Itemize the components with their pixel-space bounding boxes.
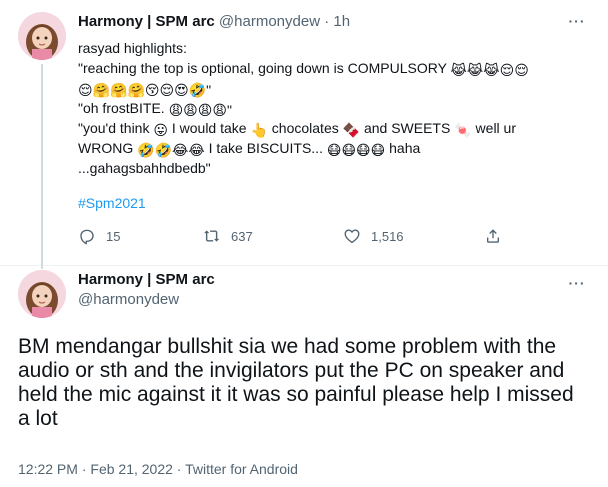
author-handle[interactable]: @harmonydew (219, 13, 320, 30)
text-segment: chocolates (267, 120, 343, 136)
text-segment: "reaching the top is optional, going dow… (78, 60, 451, 76)
author-name[interactable]: Harmony | SPM arc (78, 270, 215, 290)
text-segment: haha (385, 140, 421, 156)
tweet-age[interactable]: 1h (333, 13, 350, 30)
thread-connector (41, 64, 43, 269)
tweet-1-header: Harmony | SPM arc @harmonydew · 1h (78, 12, 350, 31)
tweet-actions: 15 637 1,516 (78, 227, 508, 247)
tweet-1-text: rasyad highlights: "reaching the top is … (78, 38, 588, 178)
text-segment: WRONG (78, 140, 138, 156)
emoji-group: 😌🤗🤗🤗😚😌😍🤣" (78, 82, 212, 98)
reply-count: 15 (106, 228, 121, 244)
tweet-2-meta: 12:22 PM · Feb 21, 2022 · Twitter for An… (18, 460, 298, 478)
text-line: "reaching the top is optional, going dow… (78, 58, 588, 78)
text-line: 😌🤗🤗🤗😚😌😍🤣" (78, 78, 588, 98)
avatar[interactable] (18, 270, 66, 318)
separator-dot: · (324, 13, 330, 30)
tweet-2-text: BM mendangar bullshit sia we had some pr… (18, 335, 574, 430)
text-segment: well ur (471, 120, 517, 136)
text-line: "oh frostBITE. 😩😩😩😩" (78, 98, 588, 118)
text-segment: I take BISCUITS... (204, 140, 327, 156)
author-handle[interactable]: @harmonydew (78, 290, 215, 310)
text-line: "you'd think 😛 I would take 👆 chocolates… (78, 118, 588, 138)
reply-button[interactable]: 15 (78, 227, 120, 245)
emoji-group: 😹😹😹😌😌 (450, 62, 529, 78)
reply-icon (80, 229, 94, 245)
emoji-group: 😷😷😷😷 (326, 142, 386, 158)
text-line: ...gahagsbahhdbedb" (78, 158, 588, 178)
text-line: WRONG 🤣🤣😂😂 I take BISCUITS... 😷😷😷😷 haha (78, 138, 588, 158)
tweet-2-header: Harmony | SPM arc @harmonydew (78, 270, 215, 310)
retweet-count: 637 (231, 228, 253, 244)
text-segment: "you'd think (78, 120, 154, 136)
more-icon[interactable]: ··· (566, 14, 588, 28)
retweet-icon (204, 230, 220, 242)
text-segment: and SWEETS (360, 120, 455, 136)
text-segment: ...gahagsbahhdbedb" (78, 160, 211, 176)
text-line: rasyad highlights: (78, 38, 588, 58)
tweet-time[interactable]: 12:22 PM (18, 461, 78, 477)
like-count: 1,516 (371, 228, 404, 244)
retweet-button[interactable]: 637 (203, 227, 253, 245)
emoji-group: 👆 (250, 122, 268, 138)
emoji-group: 🤣🤣😂😂 (137, 142, 205, 158)
text-segment: "oh frostBITE. (78, 100, 169, 116)
share-button[interactable] (484, 227, 512, 245)
text-segment: I would take (167, 120, 251, 136)
author-name[interactable]: Harmony | SPM arc (78, 13, 215, 30)
tweet-source: Twitter for Android (185, 461, 298, 477)
separator-dot: · (176, 461, 182, 477)
hashtag-link[interactable]: #Spm2021 (78, 193, 146, 213)
emoji-group: 😩😩😩😩" (168, 102, 232, 118)
share-icon (487, 229, 499, 243)
separator-dot: · (81, 461, 87, 477)
tweet-date[interactable]: Feb 21, 2022 (90, 461, 173, 477)
emoji-group: 😛 (153, 122, 168, 138)
more-icon[interactable]: ··· (566, 276, 588, 290)
avatar[interactable] (18, 12, 66, 60)
like-button[interactable]: 1,516 (343, 227, 404, 245)
emoji-group: 🍬 (454, 122, 472, 138)
emoji-group: 🍫 (342, 122, 361, 138)
like-icon (344, 229, 360, 244)
text-segment: rasyad highlights: (78, 40, 187, 56)
tweet-1[interactable]: Harmony | SPM arc @harmonydew · 1h ··· r… (0, 0, 608, 269)
